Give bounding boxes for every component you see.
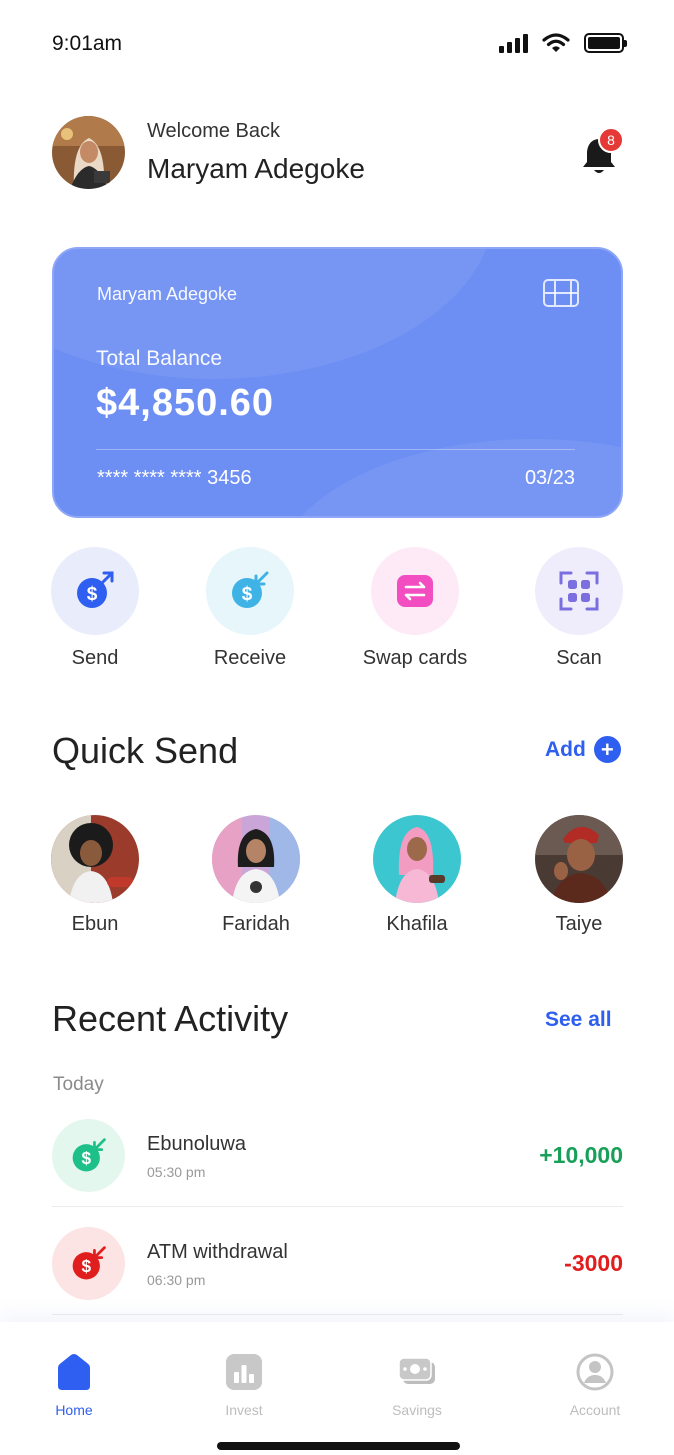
status-icons xyxy=(499,32,627,54)
action-label: Swap cards xyxy=(362,647,468,669)
transaction-amount: -3000 xyxy=(564,1250,623,1276)
nav-label: Home xyxy=(55,1402,93,1418)
bottom-nav: Home Invest Savings Account xyxy=(0,1322,674,1455)
user-icon xyxy=(576,1353,614,1391)
card-number: **** **** **** 3456 xyxy=(97,467,252,489)
balance-card[interactable]: Maryam Adegoke Total Balance $4,850.60 *… xyxy=(52,247,623,518)
nav-item-account[interactable]: Account xyxy=(545,1352,645,1418)
transaction-name: ATM withdrawal xyxy=(147,1241,288,1263)
notification-badge: 8 xyxy=(598,127,624,153)
nav-label: Invest xyxy=(225,1402,263,1418)
svg-text:$: $ xyxy=(81,1256,91,1276)
send-action-circle: $ xyxy=(51,547,139,635)
contact-name: Khafila xyxy=(386,913,448,935)
action-label: Receive xyxy=(213,647,287,669)
balance-value: $4,850.60 xyxy=(96,382,275,424)
transaction-time: 05:30 pm xyxy=(147,1164,206,1180)
send-action[interactable]: $ Send xyxy=(30,547,160,670)
card-chip-icon xyxy=(543,279,579,307)
swap-icon xyxy=(397,575,433,607)
svg-text:$: $ xyxy=(81,1148,91,1168)
home-indicator xyxy=(217,1442,460,1450)
contact-name: Faridah xyxy=(222,913,290,935)
action-label: Scan xyxy=(556,647,602,669)
transaction-row[interactable]: $ ATM withdrawal 06:30 pm -3000 xyxy=(52,1227,623,1300)
add-label: Add xyxy=(545,737,586,761)
withdraw-money-icon: $ xyxy=(72,1245,106,1279)
nav-item-invest[interactable]: Invest xyxy=(194,1352,294,1418)
nav-item-home[interactable]: Home xyxy=(24,1352,124,1418)
row-divider xyxy=(52,1314,623,1315)
add-contact-button[interactable]: Add + xyxy=(545,736,621,763)
contact-avatar xyxy=(51,815,139,903)
welcome-text: Welcome Back xyxy=(147,120,281,142)
transaction-row[interactable]: $ Ebunoluwa 05:30 pm +10,000 xyxy=(52,1119,623,1192)
receive-money-icon: $ xyxy=(72,1137,106,1171)
row-divider xyxy=(52,1206,623,1207)
transaction-icon-circle: $ xyxy=(52,1119,125,1192)
battery-icon xyxy=(584,33,627,53)
wifi-icon xyxy=(542,33,570,52)
plus-icon: + xyxy=(593,736,621,763)
receive-money-icon: $ xyxy=(232,571,269,608)
card-divider xyxy=(96,449,575,450)
date-group-label: Today xyxy=(53,1074,104,1095)
status-time: 9:01am xyxy=(52,32,123,55)
signal-icon xyxy=(499,33,528,53)
contact-khafila[interactable]: Khafila xyxy=(357,815,477,936)
contact-name: Ebun xyxy=(71,913,119,935)
recent-activity-title: Recent Activity xyxy=(52,998,289,1039)
contact-taiye[interactable]: Taiye xyxy=(519,815,639,936)
svg-text:$: $ xyxy=(242,584,253,605)
chart-icon xyxy=(226,1354,262,1390)
balance-label: Total Balance xyxy=(96,347,223,370)
contact-avatar xyxy=(373,815,461,903)
receive-action-circle: $ xyxy=(206,547,294,635)
scan-icon xyxy=(559,571,599,611)
see-all-link[interactable]: See all xyxy=(545,1008,612,1032)
contact-avatar xyxy=(212,815,300,903)
action-label: Send xyxy=(71,647,119,669)
transaction-icon-circle: $ xyxy=(52,1227,125,1300)
contact-name: Taiye xyxy=(555,913,603,935)
contact-avatar xyxy=(535,815,623,903)
transaction-name: Ebunoluwa xyxy=(147,1133,246,1155)
cash-icon xyxy=(398,1357,435,1384)
scan-action-circle xyxy=(535,547,623,635)
svg-text:$: $ xyxy=(87,584,98,605)
send-money-icon: $ xyxy=(77,571,114,608)
quick-send-title: Quick Send xyxy=(52,730,239,771)
nav-item-savings[interactable]: Savings xyxy=(367,1352,467,1418)
contact-faridah[interactable]: Faridah xyxy=(196,815,316,936)
nav-label: Savings xyxy=(392,1402,442,1418)
user-name: Maryam Adegoke xyxy=(147,153,365,184)
scan-action[interactable]: Scan xyxy=(514,547,644,670)
nav-label: Account xyxy=(569,1402,621,1418)
card-holder-name: Maryam Adegoke xyxy=(97,284,238,304)
card-expiry: 03/23 xyxy=(524,467,575,489)
contact-ebun[interactable]: Ebun xyxy=(35,815,155,936)
swap-action-circle xyxy=(371,547,459,635)
swap-cards-action[interactable]: Swap cards xyxy=(350,547,480,670)
home-icon xyxy=(58,1354,90,1390)
transaction-amount: +10,000 xyxy=(539,1142,623,1168)
transaction-time: 06:30 pm xyxy=(147,1272,206,1288)
receive-action[interactable]: $ Receive xyxy=(185,547,315,670)
user-avatar[interactable] xyxy=(52,116,125,189)
